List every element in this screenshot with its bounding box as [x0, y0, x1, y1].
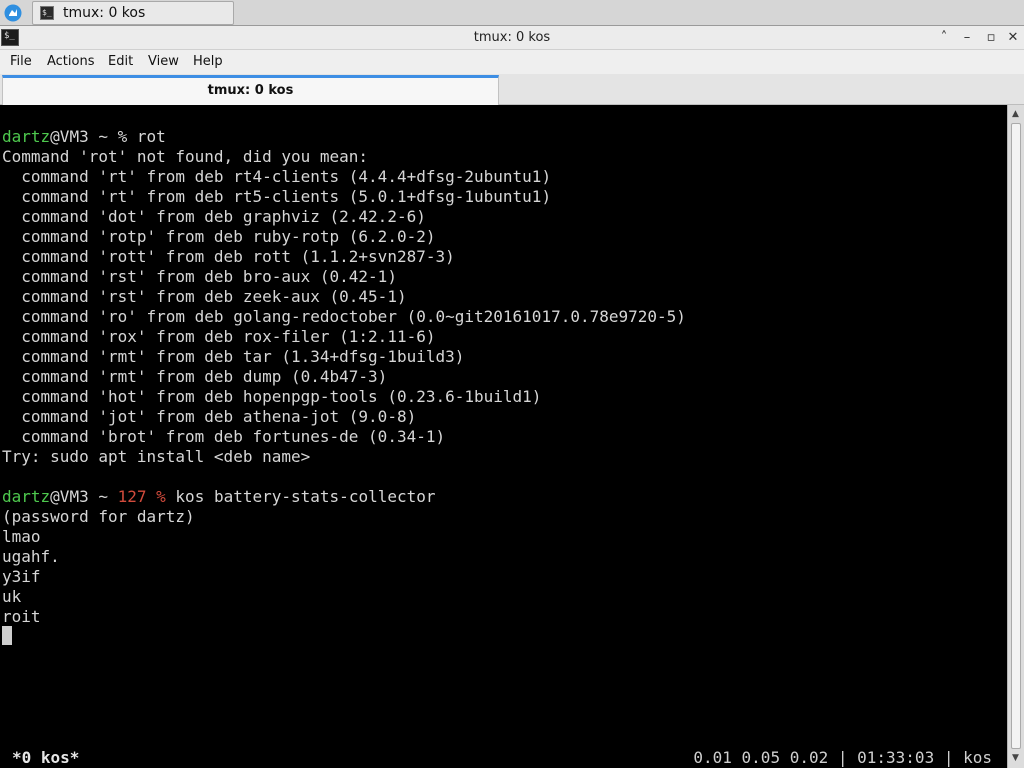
- tab-bar: tmux: 0 kos: [0, 74, 1024, 105]
- prompt-line: dartz@VM3 ~ % rot: [2, 127, 166, 147]
- text-cursor: [2, 626, 12, 645]
- tab-tmux[interactable]: tmux: 0 kos: [2, 75, 499, 105]
- output-line: command 'rotp' from deb ruby-rotp (6.2.0…: [2, 227, 436, 246]
- start-menu-icon[interactable]: [4, 4, 22, 22]
- menu-help[interactable]: Help: [193, 54, 223, 69]
- output-line: command 'rmt' from deb tar (1.34+dfsg-1b…: [2, 347, 465, 366]
- menu-view[interactable]: View: [148, 54, 179, 69]
- output-line: command 'rox' from deb rox-filer (1:2.11…: [2, 327, 436, 346]
- scroll-down-arrow-icon[interactable]: ▼: [1012, 753, 1019, 763]
- output-line: uk: [2, 587, 22, 606]
- output-line: Try: sudo apt install <deb name>: [2, 447, 311, 466]
- tmux-window-status[interactable]: *0 kos*: [12, 748, 79, 768]
- prompt-symbol: %: [146, 487, 176, 506]
- minimize-button[interactable]: –: [958, 29, 976, 47]
- exit-code: 127: [117, 487, 147, 506]
- menu-edit[interactable]: Edit: [108, 54, 133, 69]
- output-line: command 'rott' from deb rott (1.1.2+svn2…: [2, 247, 455, 266]
- vertical-scrollbar[interactable]: ▲ ▼: [1007, 105, 1024, 768]
- terminal-icon: $_: [40, 6, 54, 20]
- shade-up-icon[interactable]: ˄: [935, 29, 953, 47]
- output-line: command 'dot' from deb graphviz (2.42.2-…: [2, 207, 426, 226]
- maximize-button[interactable]: ▫: [982, 29, 1000, 47]
- menubar: File Actions Edit View Help: [0, 50, 1024, 74]
- taskbar-window-button[interactable]: $_ tmux: 0 kos: [32, 1, 234, 25]
- output-line: command 'brot' from deb fortunes-de (0.3…: [2, 427, 446, 446]
- terminal-output[interactable]: dartz@VM3 ~ % rot Command 'rot' not foun…: [0, 105, 1007, 768]
- output-line: Command 'rot' not found, did you mean:: [2, 147, 369, 166]
- output-line: command 'rst' from deb zeek-aux (0.45-1): [2, 287, 407, 306]
- tmux-status-right: 0.01 0.05 0.02 | 01:33:03 | kos: [693, 748, 992, 767]
- output-line: command 'rt' from deb rt4-clients (4.4.4…: [2, 167, 552, 186]
- prompt-line: dartz@VM3 ~ 127 % kos battery-stats-coll…: [2, 487, 436, 507]
- output-line: command 'rst' from deb bro-aux (0.42-1): [2, 267, 397, 286]
- output-line: command 'hot' from deb hopenpgp-tools (0…: [2, 387, 542, 406]
- taskbar-window-label: tmux: 0 kos: [63, 5, 146, 21]
- output-line: command 'rt' from deb rt5-clients (5.0.1…: [2, 187, 552, 206]
- menu-file[interactable]: File: [10, 54, 32, 69]
- tab-label: tmux: 0 kos: [207, 83, 294, 98]
- output-line: command 'jot' from deb athena-jot (9.0-8…: [2, 407, 417, 426]
- output-line: command 'ro' from deb golang-redoctober …: [2, 307, 686, 326]
- menu-actions[interactable]: Actions: [47, 54, 95, 69]
- output-line: y3if: [2, 567, 41, 586]
- window-title: tmux: 0 kos: [473, 30, 551, 45]
- output-line: ugahf.: [2, 547, 60, 566]
- scroll-up-arrow-icon[interactable]: ▲: [1012, 109, 1019, 119]
- prompt-host-path: @VM3 ~: [50, 487, 118, 506]
- output-line: command 'rmt' from deb dump (0.4b47-3): [2, 367, 388, 386]
- prompt-host-path: @VM3 ~ %: [50, 127, 137, 146]
- output-line: (password for dartz): [2, 507, 195, 526]
- scrollbar-thumb[interactable]: [1011, 123, 1021, 749]
- output-line: lmao: [2, 527, 41, 546]
- taskbar: $_ tmux: 0 kos: [0, 0, 1024, 26]
- prompt-command: rot: [136, 127, 166, 146]
- prompt-user: dartz: [2, 127, 51, 146]
- prompt-user: dartz: [2, 487, 51, 506]
- prompt-command: kos battery-stats-collector: [175, 487, 436, 506]
- window-titlebar[interactable]: $_ tmux: 0 kos ˄ – ▫ ✕: [0, 26, 1024, 50]
- close-button[interactable]: ✕: [1004, 29, 1022, 47]
- output-line: roit: [2, 607, 41, 626]
